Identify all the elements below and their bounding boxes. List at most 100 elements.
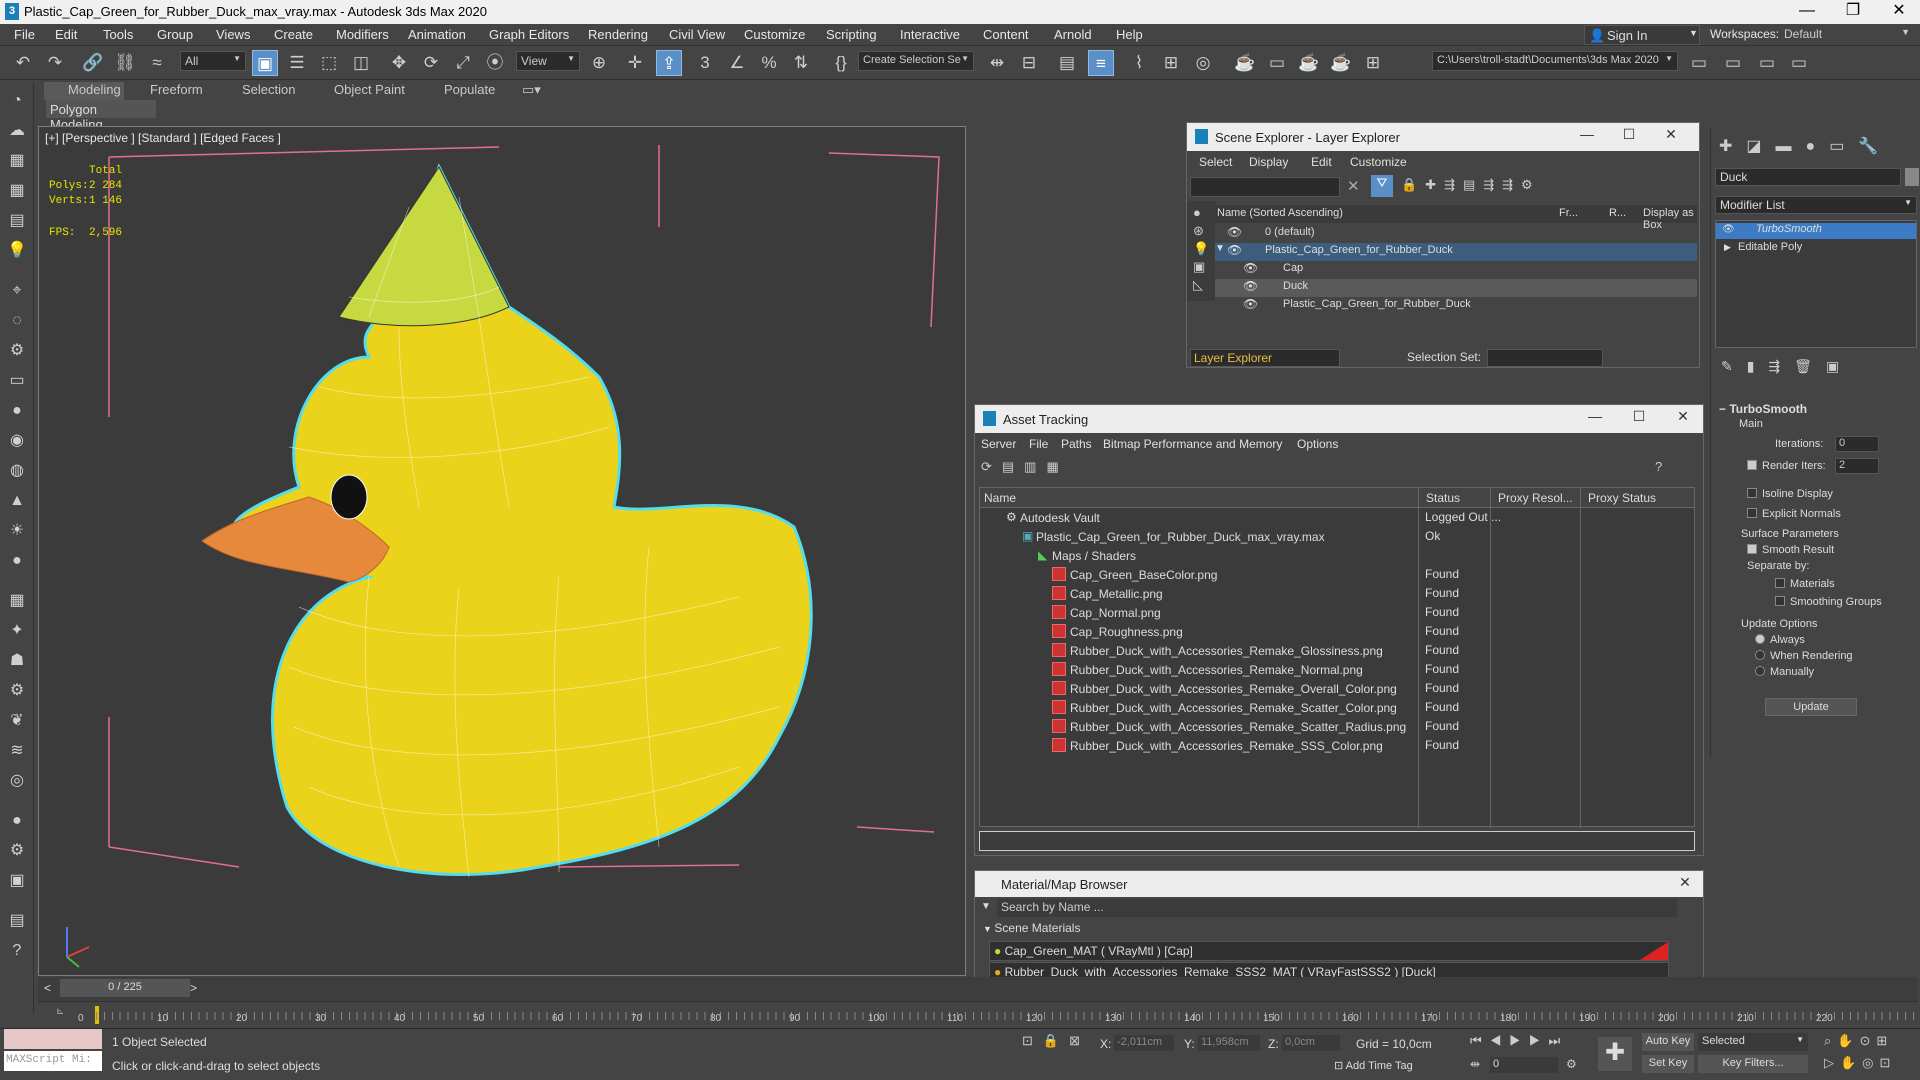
viewport-nav-icons[interactable]: ⌕✋⊙⊞ [1824,1033,1893,1049]
ribbon-options-icon[interactable]: ▭▾ [522,82,541,98]
loop-icon[interactable]: ◌ [4,308,30,334]
reference-coord-dropdown[interactable]: View ▼ [516,51,580,71]
track-bar[interactable]: ⊾ 0 10 20 30 40 50 60 70 80 90 100 110 120 130 140 150 1… [38,1001,1918,1029]
maximize-button[interactable]: ☐ [1629,408,1649,425]
render-iters-checkbox[interactable]: Render Iters: [1747,460,1826,472]
material-search-input[interactable]: Search by Name ... [997,899,1677,917]
se-row-duck[interactable]: 👁 Duck [1215,279,1697,297]
box-icon[interactable]: ▭ [4,368,30,394]
tab-modeling[interactable]: Modeling [68,82,121,97]
set-key-button[interactable]: Set Key [1642,1055,1694,1073]
sphere-icon[interactable]: ● [4,398,30,424]
display-geometry-icon[interactable]: ● [1193,205,1201,220]
se-row-group[interactable]: 👁 Plastic_Cap_Green_for_Rubber_Duck [1215,297,1697,315]
se-row-layer[interactable]: ▼ 👁 Plastic_Cap_Green_for_Rubber_Duck [1215,243,1697,261]
time-slider-thumb[interactable]: 0 / 225 [60,979,190,997]
asset-row-maps[interactable]: ◣ Maps / Shaders [980,548,1694,566]
y-coordinate-field[interactable]: 11,958cm [1198,1035,1260,1051]
menu-tools[interactable]: Tools [103,27,133,42]
at-menu-bitmap[interactable]: Bitmap Performance and Memory [1103,437,1282,451]
menu-create[interactable]: Create [274,27,313,42]
key-mode-icon[interactable]: ⇹ [1470,1057,1480,1071]
menu-animation[interactable]: Animation [408,27,466,42]
next-frame-icon[interactable]: > [190,981,197,995]
minimize-button[interactable]: — [1784,0,1830,24]
display-cameras-icon[interactable]: ▣ [1193,259,1205,275]
menu-views[interactable]: Views [216,27,250,42]
keyboard-shortcut-override-icon[interactable]: ⇪ [656,50,682,76]
render-sphere-icon[interactable]: ● [4,808,30,834]
help-icon[interactable]: ? [4,938,30,964]
vray-icon[interactable]: ▣ [4,868,30,894]
maxscript-input[interactable]: MAXScript Mi: [4,1051,102,1071]
create-icon[interactable]: ◔ [4,88,30,114]
project-folder-icon[interactable]: ▭ [1686,50,1712,76]
smoothing-groups-checkbox[interactable]: Smoothing Groups [1775,596,1882,608]
tab-object-paint[interactable]: Object Paint [334,82,405,97]
project-path-dropdown[interactable]: C:\Users\troll-stadt\Documents\3ds Max 2… [1432,51,1678,71]
z-coordinate-field[interactable]: 0,0cm [1282,1035,1340,1051]
minimize-button[interactable]: — [1577,126,1597,142]
smooth-result-checkbox[interactable]: Smooth Result [1747,544,1834,556]
minimize-button[interactable]: — [1585,408,1605,424]
asset-row-map[interactable]: Rubber_Duck_with_Accessories_Remake_Scat… [980,719,1694,737]
menu-content[interactable]: Content [983,27,1029,42]
settings-icon[interactable]: ⚙ [4,838,30,864]
maximize-button[interactable]: ☐ [1619,126,1639,143]
eye-icon[interactable]: 👁 [1227,225,1242,239]
materials-checkbox[interactable]: Materials [1775,578,1835,590]
hair-icon[interactable]: ≋ [4,738,30,764]
sign-in-button[interactable]: 👤 Sign In ▼ [1584,25,1700,45]
eye-icon[interactable]: 👁 [1243,261,1258,275]
at-help-icon[interactable]: ? [1655,459,1662,474]
rotate-icon[interactable]: ⟳ [418,50,444,76]
scene-materials-header[interactable]: ▼ Scene Materials [983,921,1080,935]
asset-row-map[interactable]: Cap_Roughness.png Found [980,624,1694,642]
object-color-swatch[interactable] [1905,168,1919,186]
asset-row-map[interactable]: Cap_Green_BaseColor.png Found [980,567,1694,585]
at-menu-server[interactable]: Server [981,437,1016,451]
cylinder-icon[interactable]: ◉ [4,428,30,454]
col-proxy-res-header[interactable]: Proxy Resol... [1498,491,1573,505]
project-new-icon[interactable]: ▭ [1754,50,1780,76]
expand-arrow-icon[interactable]: ▼ [1215,243,1225,254]
utilities-icon[interactable]: 💡 [4,238,30,264]
torus-icon[interactable]: ◍ [4,458,30,484]
display-shapes-icon[interactable]: ⊛ [1193,223,1204,239]
material-item-cap[interactable]: ● Cap_Green_MAT ( VRayMtl ) [Cap] [989,941,1669,961]
se-menu-display[interactable]: Display [1249,155,1288,169]
stack-item-editable-poly[interactable]: Editable Poly [1716,241,1916,257]
geosphere-icon[interactable]: ● [4,548,30,574]
gizmo-icon[interactable]: ⚙ [4,338,30,364]
tab-populate[interactable]: Populate [444,82,495,97]
stack-item-turbosmooth[interactable]: TurboSmooth [1716,223,1916,239]
percent-snap-icon[interactable]: % [756,50,782,76]
set-key-icon[interactable]: ✚ [1598,1037,1632,1071]
eye-icon[interactable]: 👁 [1243,297,1258,311]
tab-freeform[interactable]: Freeform [150,82,203,97]
placement-icon[interactable]: ⦿ [482,50,508,76]
project-open-icon[interactable]: ▭ [1720,50,1746,76]
move-icon[interactable]: ✥ [386,50,412,76]
col-render-header[interactable]: R... [1609,207,1626,219]
maximize-button[interactable]: ❐ [1830,0,1876,24]
selection-set-dropdown[interactable] [1487,349,1603,367]
select-object-icon[interactable]: ▣ [252,50,278,76]
x-coordinate-field[interactable]: -2,011cm [1114,1035,1174,1051]
material-editor-icon[interactable]: ◎ [1190,50,1216,76]
select-by-name-icon[interactable]: ☰ [284,50,310,76]
turbosmooth-rollout-header[interactable]: − TurboSmooth [1719,402,1807,416]
auto-key-button[interactable]: Auto Key [1642,1033,1694,1051]
col-name-header[interactable]: Name [984,491,1016,505]
toggle-ribbon-icon[interactable]: ≡ [1088,50,1114,76]
bind-space-warp-icon[interactable]: ≈ [144,50,170,76]
display-lights-icon[interactable]: 💡 [1193,241,1209,257]
layer-explorer-icon[interactable]: ▤ [1054,50,1080,76]
col-frozen-header[interactable]: Fr... [1559,207,1578,219]
viewport-nav-icons-2[interactable]: ▷✋◎⊡ [1824,1055,1896,1071]
select-manipulate-icon[interactable]: ✛ [622,50,648,76]
prev-frame-icon[interactable]: < [44,981,51,995]
eye-icon[interactable]: 👁 [1243,279,1258,293]
close-button[interactable]: ✕ [1876,0,1920,24]
pivot-center-icon[interactable]: ⊕ [586,50,612,76]
